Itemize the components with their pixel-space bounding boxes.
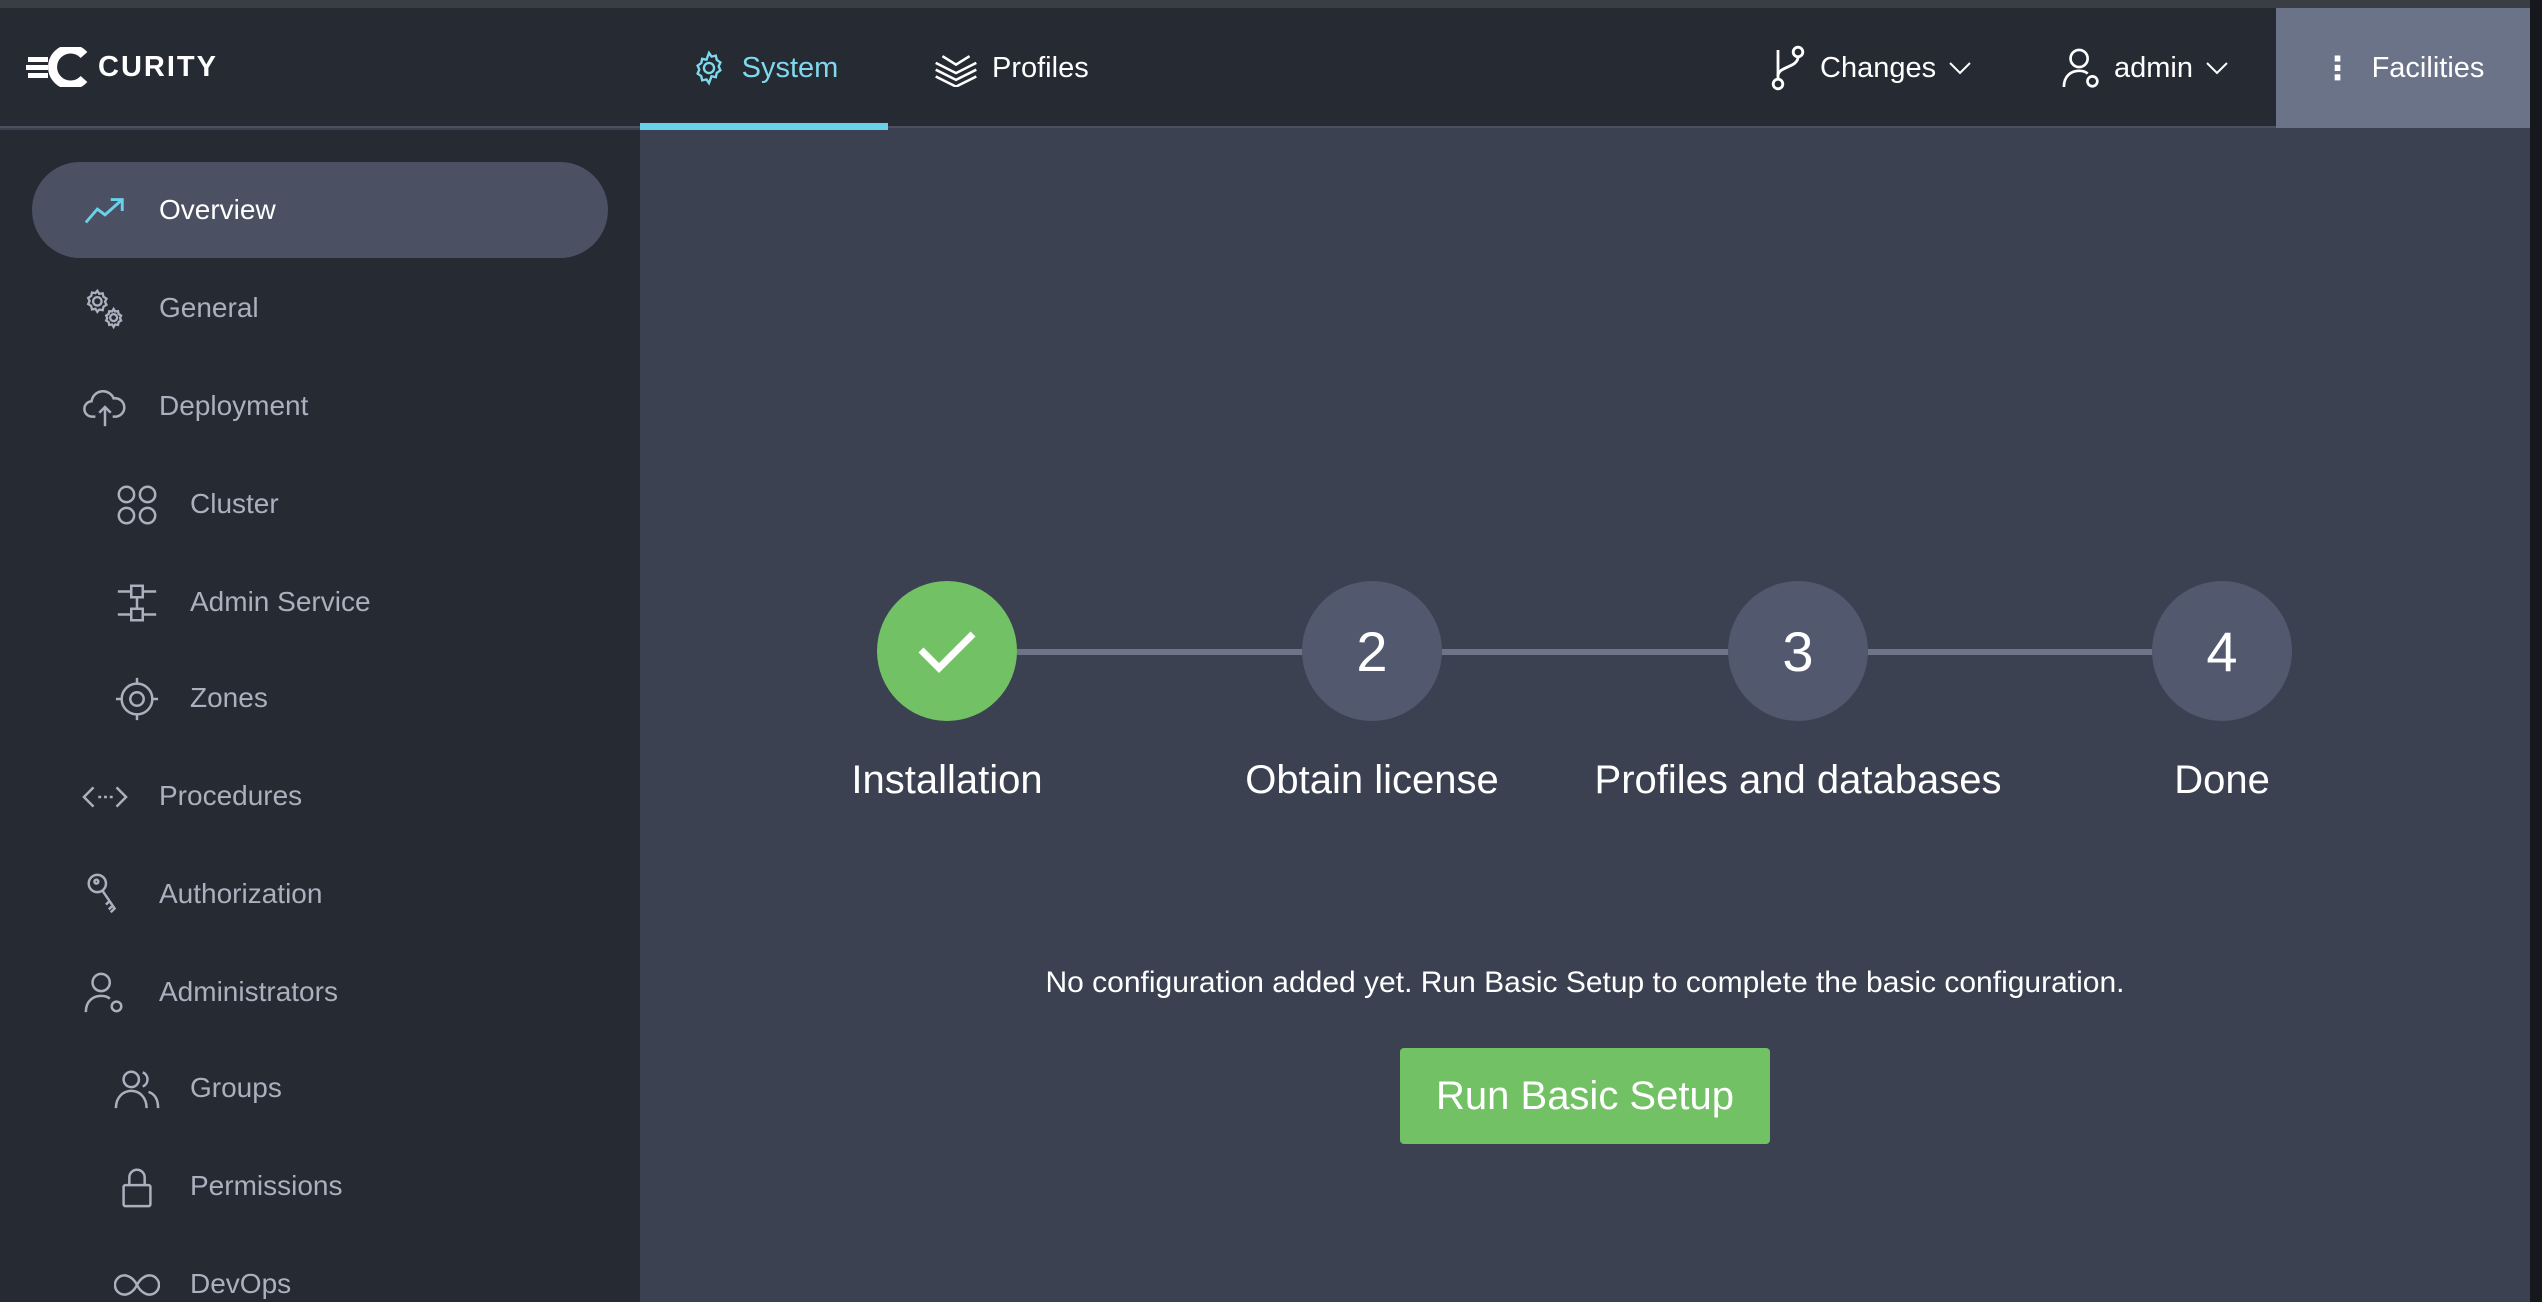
target-icon — [115, 677, 159, 721]
sidebar-item-devops[interactable]: DevOps — [32, 1236, 608, 1302]
setup-message: No configuration added yet. Run Basic Se… — [1045, 966, 2125, 999]
step-3-circle: 3 — [1728, 581, 1868, 721]
step-3-label: Profiles and databases — [1594, 758, 2002, 802]
user-name: admin — [2114, 51, 2193, 84]
sidebar-item-label: Zones — [190, 682, 268, 713]
sidebar: Overview General Deployment Cluster Admi… — [0, 130, 640, 1302]
admin-service-icon — [117, 584, 157, 622]
step-4-circle: 4 — [2152, 581, 2292, 721]
sidebar-item-overview[interactable]: Overview — [32, 162, 608, 258]
sidebar-item-permissions[interactable]: Permissions — [32, 1138, 608, 1234]
sidebar-item-label: Overview — [159, 194, 276, 225]
layers-icon — [935, 55, 977, 87]
curity-logo[interactable]: CURITY — [26, 46, 218, 88]
step-connector — [1868, 649, 2152, 655]
check-icon — [918, 631, 976, 673]
sidebar-item-label: Authorization — [159, 878, 323, 909]
sidebar-item-label: Cluster — [190, 488, 279, 519]
app-window: CURITY System Profiles Changes admin ⋮ F… — [0, 0, 2542, 1302]
setup-stepper: 2 3 4 Installation Obtain license Profil… — [640, 130, 2530, 830]
step-4-label: Done — [2174, 758, 2270, 802]
chevron-down-icon — [1949, 62, 1971, 75]
sidebar-item-administrators[interactable]: Administrators — [32, 944, 608, 1040]
tab-profiles-label: Profiles — [992, 51, 1089, 84]
cluster-icon — [117, 485, 157, 525]
sidebar-item-groups[interactable]: Groups — [32, 1040, 608, 1136]
tab-system-label: System — [741, 51, 839, 84]
sidebar-item-label: Admin Service — [190, 586, 371, 617]
sidebar-item-label: Administrators — [159, 976, 338, 1007]
user-menu[interactable]: admin — [2062, 8, 2229, 128]
changes-dropdown[interactable]: Changes — [1770, 8, 1972, 128]
step-connector — [1017, 649, 1302, 655]
facilities-button[interactable]: ⋮ Facilities — [2276, 8, 2530, 128]
sidebar-item-zones[interactable]: Zones — [32, 650, 608, 746]
sidebar-item-label: DevOps — [190, 1268, 292, 1299]
run-basic-setup-button[interactable]: Run Basic Setup — [1400, 1048, 1770, 1144]
window-top-strip — [0, 0, 2542, 8]
window-right-edge — [2530, 0, 2542, 1302]
more-vertical-icon: ⋮ — [2321, 50, 2354, 86]
facilities-label: Facilities — [2371, 51, 2485, 84]
tab-profiles[interactable]: Profiles — [934, 8, 1089, 128]
sidebar-item-authorization[interactable]: Authorization — [32, 846, 608, 942]
user-icon — [2062, 48, 2099, 88]
chevron-down-icon — [2206, 62, 2228, 75]
step-connector — [1442, 649, 1728, 655]
changes-label: Changes — [1820, 51, 1937, 84]
infinity-icon — [114, 1274, 160, 1296]
git-branch-icon — [1771, 45, 1805, 91]
sidebar-item-label: Groups — [190, 1072, 282, 1103]
code-icon — [82, 786, 128, 808]
sidebar-item-label: Deployment — [159, 390, 309, 421]
sidebar-item-cluster[interactable]: Cluster — [32, 456, 608, 552]
lock-icon — [122, 1168, 152, 1208]
sidebar-item-deployment[interactable]: Deployment — [32, 358, 608, 454]
sidebar-item-general[interactable]: General — [32, 260, 608, 356]
key-icon — [87, 873, 117, 914]
step-1-label: Installation — [851, 758, 1043, 802]
active-tab-indicator — [640, 123, 888, 130]
sidebar-item-label: Procedures — [159, 780, 303, 811]
step-2-label: Obtain license — [1245, 758, 1499, 802]
user-settings-icon — [84, 972, 123, 1013]
sidebar-item-label: Permissions — [190, 1170, 343, 1201]
brand-name: CURITY — [98, 50, 218, 83]
main-content: 2 3 4 Installation Obtain license Profil… — [640, 130, 2530, 1302]
users-icon — [114, 1070, 160, 1109]
gear-icon — [695, 50, 722, 86]
sidebar-item-admin-service[interactable]: Admin Service — [32, 554, 608, 650]
step-2-circle: 2 — [1302, 581, 1442, 721]
gears-icon — [86, 288, 123, 330]
top-header: CURITY System Profiles Changes admin ⋮ F… — [0, 8, 2530, 130]
sidebar-item-procedures[interactable]: Procedures — [32, 748, 608, 844]
cloud-upload-icon — [83, 390, 126, 427]
tab-system[interactable]: System — [640, 8, 888, 130]
curity-logo-icon — [26, 47, 88, 87]
trend-icon — [84, 198, 124, 224]
sidebar-item-label: General — [159, 292, 259, 323]
step-1-circle — [877, 581, 1017, 721]
